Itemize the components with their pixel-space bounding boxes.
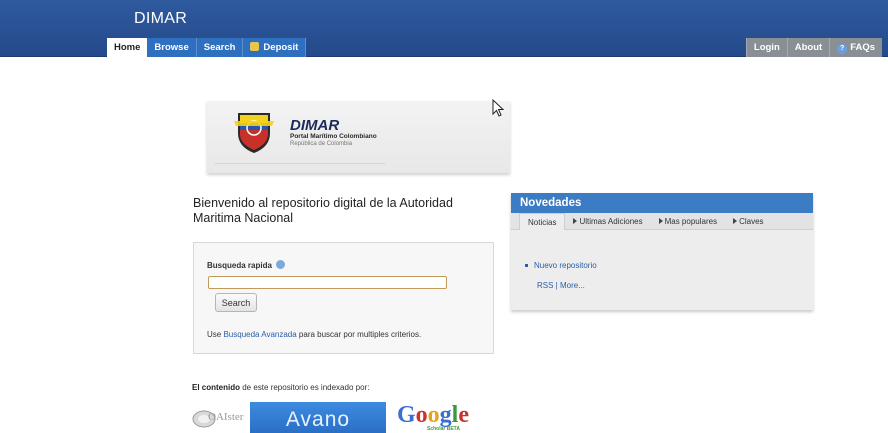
lock-icon bbox=[250, 42, 260, 51]
indexed-rest: de este repositorio es indexado por: bbox=[240, 383, 370, 392]
logo-country: República de Colombia bbox=[290, 141, 353, 147]
bullet-icon bbox=[525, 264, 528, 267]
tab-deposit-label: Deposit bbox=[263, 42, 299, 53]
triangle-right-icon bbox=[658, 218, 663, 224]
more-link[interactable]: More... bbox=[560, 281, 585, 290]
logo-subtitle: Portal Marítimo Colombiano bbox=[290, 133, 377, 140]
tab-faqs-label: FAQs bbox=[850, 42, 875, 53]
tab-claves[interactable]: Claves bbox=[725, 213, 771, 230]
tab-claves-label: Claves bbox=[739, 217, 764, 226]
advanced-search-note: Use Busqueda Avanzada para buscar por mu… bbox=[207, 330, 421, 339]
tab-faqs[interactable]: ? FAQs bbox=[829, 38, 882, 57]
rss-link[interactable]: RSS bbox=[537, 281, 553, 290]
tab-login[interactable]: Login bbox=[745, 38, 787, 57]
tab-ultimas-adiciones[interactable]: Ultimas Adiciones bbox=[565, 213, 650, 230]
shield-emblem-icon bbox=[234, 113, 274, 153]
search-input[interactable] bbox=[208, 276, 447, 289]
indexed-bold: El contenido bbox=[192, 383, 240, 392]
user-nav: Login About ? FAQs bbox=[745, 38, 882, 57]
welcome-text: Bienvenido al repositorio digital de la … bbox=[193, 196, 453, 225]
news-footer-links: RSS | More... bbox=[537, 281, 585, 290]
note-prefix: Use bbox=[207, 330, 224, 339]
news-link-nuevo-repositorio[interactable]: Nuevo repositorio bbox=[534, 261, 597, 270]
tab-search[interactable]: Search bbox=[196, 38, 244, 57]
tab-mas-populares[interactable]: Mas populares bbox=[651, 213, 725, 230]
search-button[interactable]: Search bbox=[215, 293, 257, 312]
triangle-right-icon bbox=[733, 218, 738, 224]
header-bar: DIMAR Home Browse Search Deposit Login A… bbox=[0, 0, 888, 57]
indexer-logos: OAIster Avano Google Scholar BETA bbox=[192, 402, 492, 433]
help-icon[interactable] bbox=[275, 260, 285, 269]
oaister-logo[interactable]: OAIster bbox=[192, 406, 246, 430]
tab-browse[interactable]: Browse bbox=[147, 38, 197, 57]
avano-logo[interactable]: Avano bbox=[250, 402, 386, 433]
oaister-label: OAIster bbox=[208, 411, 244, 423]
news-tabs: Noticias Ultimas Adiciones Mas populares… bbox=[511, 213, 813, 230]
triangle-right-icon bbox=[573, 218, 578, 224]
quick-search-label: Busqueda rapida bbox=[207, 261, 272, 270]
tab-populares-label: Mas populares bbox=[664, 217, 718, 226]
news-list-item: Nuevo repositorio bbox=[525, 261, 597, 270]
site-title[interactable]: DIMAR bbox=[134, 10, 187, 28]
help-icon: ? bbox=[837, 44, 848, 54]
quick-search-heading: Busqueda rapida bbox=[207, 260, 285, 270]
quick-search-panel: Busqueda rapida Search Use Busqueda Avan… bbox=[193, 242, 494, 354]
tab-noticias[interactable]: Noticias bbox=[519, 213, 566, 230]
news-title: Novedades bbox=[511, 193, 813, 213]
tab-home[interactable]: Home bbox=[107, 38, 148, 57]
divider bbox=[215, 163, 385, 164]
indexed-by-text: El contenido de este repositorio es inde… bbox=[192, 383, 369, 392]
tab-ultimas-label: Ultimas Adiciones bbox=[579, 217, 643, 226]
mouse-cursor-icon bbox=[492, 99, 504, 117]
news-panel: Novedades Noticias Ultimas Adiciones Mas… bbox=[511, 193, 813, 310]
note-suffix: para buscar por multiples criterios. bbox=[296, 330, 422, 339]
tab-deposit[interactable]: Deposit bbox=[243, 38, 307, 57]
dimar-logo-banner: DIMAR Portal Marítimo Colombiano Repúbli… bbox=[207, 101, 510, 173]
scholar-label: Scholar BETA bbox=[427, 426, 460, 432]
logo-name: DIMAR bbox=[290, 117, 340, 134]
advanced-search-link[interactable]: Busqueda Avanzada bbox=[223, 330, 296, 339]
tab-about[interactable]: About bbox=[786, 38, 830, 57]
google-scholar-logo[interactable]: Google bbox=[397, 402, 469, 428]
main-nav: Home Browse Search Deposit bbox=[107, 38, 307, 57]
